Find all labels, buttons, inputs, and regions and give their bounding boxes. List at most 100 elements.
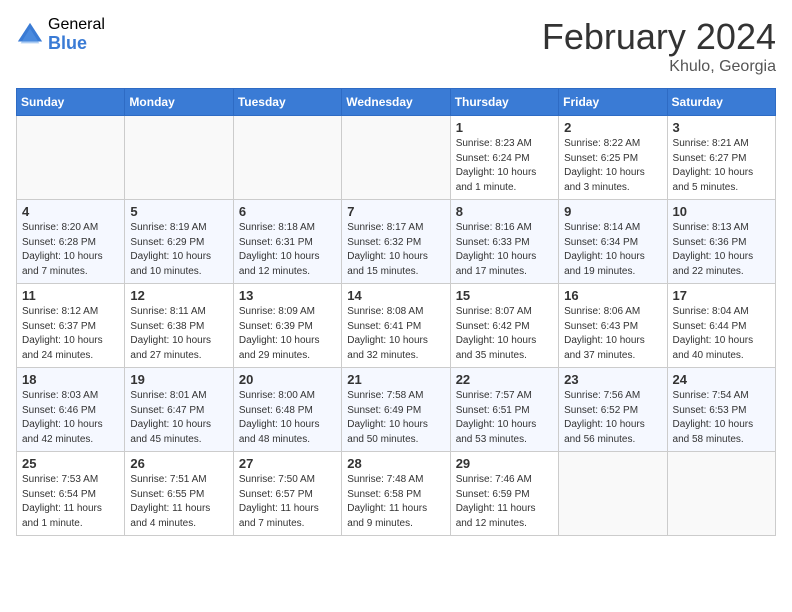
day-info: Sunrise: 8:03 AM Sunset: 6:46 PM Dayligh… xyxy=(22,389,119,447)
day-of-week-header: Tuesday xyxy=(233,89,341,116)
calendar-day-cell: 18 Sunrise: 8:03 AM Sunset: 6:46 PM Dayli… xyxy=(17,368,125,452)
title-month: February 2024 xyxy=(542,16,776,58)
logo: General Blue xyxy=(16,16,105,53)
day-number: 26 xyxy=(130,456,227,471)
logo-icon xyxy=(16,21,44,49)
calendar-day-cell xyxy=(125,116,233,200)
day-info: Sunrise: 7:48 AM Sunset: 6:58 PM Dayligh… xyxy=(347,473,444,531)
day-info: Sunrise: 8:21 AM Sunset: 6:27 PM Dayligh… xyxy=(673,137,770,195)
day-info: Sunrise: 7:57 AM Sunset: 6:51 PM Dayligh… xyxy=(456,389,553,447)
day-number: 29 xyxy=(456,456,553,471)
day-number: 25 xyxy=(22,456,119,471)
day-info: Sunrise: 8:12 AM Sunset: 6:37 PM Dayligh… xyxy=(22,305,119,363)
day-number: 9 xyxy=(564,204,661,219)
calendar-day-cell xyxy=(233,116,341,200)
day-info: Sunrise: 8:20 AM Sunset: 6:28 PM Dayligh… xyxy=(22,221,119,279)
day-number: 17 xyxy=(673,288,770,303)
day-info: Sunrise: 7:58 AM Sunset: 6:49 PM Dayligh… xyxy=(347,389,444,447)
day-info: Sunrise: 8:19 AM Sunset: 6:29 PM Dayligh… xyxy=(130,221,227,279)
day-info: Sunrise: 8:22 AM Sunset: 6:25 PM Dayligh… xyxy=(564,137,661,195)
day-info: Sunrise: 7:56 AM Sunset: 6:52 PM Dayligh… xyxy=(564,389,661,447)
day-number: 27 xyxy=(239,456,336,471)
day-info: Sunrise: 8:18 AM Sunset: 6:31 PM Dayligh… xyxy=(239,221,336,279)
calendar-day-cell: 10 Sunrise: 8:13 AM Sunset: 6:36 PM Dayli… xyxy=(667,200,775,284)
day-info: Sunrise: 8:13 AM Sunset: 6:36 PM Dayligh… xyxy=(673,221,770,279)
calendar-day-cell: 11 Sunrise: 8:12 AM Sunset: 6:37 PM Dayli… xyxy=(17,284,125,368)
calendar-week-row: 11 Sunrise: 8:12 AM Sunset: 6:37 PM Dayli… xyxy=(17,284,776,368)
day-info: Sunrise: 7:54 AM Sunset: 6:53 PM Dayligh… xyxy=(673,389,770,447)
day-number: 2 xyxy=(564,120,661,135)
day-of-week-header: Sunday xyxy=(17,89,125,116)
calendar-day-cell: 2 Sunrise: 8:22 AM Sunset: 6:25 PM Daylig… xyxy=(559,116,667,200)
logo-blue: Blue xyxy=(48,34,105,54)
calendar-week-row: 18 Sunrise: 8:03 AM Sunset: 6:46 PM Dayli… xyxy=(17,368,776,452)
title-block: February 2024 Khulo, Georgia xyxy=(542,16,776,76)
day-info: Sunrise: 8:07 AM Sunset: 6:42 PM Dayligh… xyxy=(456,305,553,363)
title-location: Khulo, Georgia xyxy=(542,58,776,76)
day-number: 3 xyxy=(673,120,770,135)
calendar-day-cell xyxy=(559,452,667,536)
calendar-day-cell xyxy=(667,452,775,536)
calendar-day-cell: 25Sunrise: 7:53 AM Sunset: 6:54 PM Dayli… xyxy=(17,452,125,536)
page-header: General Blue February 2024 Khulo, Georgi… xyxy=(16,16,776,76)
day-number: 11 xyxy=(22,288,119,303)
calendar-day-cell: 16Sunrise: 8:06 AM Sunset: 6:43 PM Dayli… xyxy=(559,284,667,368)
calendar-header-row: SundayMondayTuesdayWednesdayThursdayFrid… xyxy=(17,89,776,116)
calendar-day-cell: 23Sunrise: 7:56 AM Sunset: 6:52 PM Dayli… xyxy=(559,368,667,452)
calendar-day-cell: 27 Sunrise: 7:50 AM Sunset: 6:57 PM Dayli… xyxy=(233,452,341,536)
day-info: Sunrise: 7:50 AM Sunset: 6:57 PM Dayligh… xyxy=(239,473,336,531)
day-number: 28 xyxy=(347,456,444,471)
calendar-week-row: 25Sunrise: 7:53 AM Sunset: 6:54 PM Dayli… xyxy=(17,452,776,536)
calendar-day-cell: 14 Sunrise: 8:08 AM Sunset: 6:41 PM Dayli… xyxy=(342,284,450,368)
day-number: 13 xyxy=(239,288,336,303)
day-number: 20 xyxy=(239,372,336,387)
calendar-day-cell: 8Sunrise: 8:16 AM Sunset: 6:33 PM Daylig… xyxy=(450,200,558,284)
calendar-day-cell: 17 Sunrise: 8:04 AM Sunset: 6:44 PM Dayli… xyxy=(667,284,775,368)
calendar-day-cell: 1Sunrise: 8:23 AM Sunset: 6:24 PM Daylig… xyxy=(450,116,558,200)
day-number: 22 xyxy=(456,372,553,387)
calendar-day-cell xyxy=(342,116,450,200)
calendar-day-cell: 4 Sunrise: 8:20 AM Sunset: 6:28 PM Daylig… xyxy=(17,200,125,284)
day-of-week-header: Monday xyxy=(125,89,233,116)
calendar-day-cell: 5Sunrise: 8:19 AM Sunset: 6:29 PM Daylig… xyxy=(125,200,233,284)
calendar-day-cell: 13 Sunrise: 8:09 AM Sunset: 6:39 PM Dayli… xyxy=(233,284,341,368)
day-number: 4 xyxy=(22,204,119,219)
calendar-week-row: 1Sunrise: 8:23 AM Sunset: 6:24 PM Daylig… xyxy=(17,116,776,200)
day-number: 10 xyxy=(673,204,770,219)
day-number: 1 xyxy=(456,120,553,135)
day-number: 12 xyxy=(130,288,227,303)
day-number: 19 xyxy=(130,372,227,387)
calendar-day-cell xyxy=(17,116,125,200)
day-info: Sunrise: 8:11 AM Sunset: 6:38 PM Dayligh… xyxy=(130,305,227,363)
day-number: 7 xyxy=(347,204,444,219)
calendar-day-cell: 26 Sunrise: 7:51 AM Sunset: 6:55 PM Dayli… xyxy=(125,452,233,536)
day-info: Sunrise: 8:14 AM Sunset: 6:34 PM Dayligh… xyxy=(564,221,661,279)
day-info: Sunrise: 8:08 AM Sunset: 6:41 PM Dayligh… xyxy=(347,305,444,363)
calendar-table: SundayMondayTuesdayWednesdayThursdayFrid… xyxy=(16,88,776,536)
day-number: 24 xyxy=(673,372,770,387)
day-info: Sunrise: 8:04 AM Sunset: 6:44 PM Dayligh… xyxy=(673,305,770,363)
calendar-day-cell: 15 Sunrise: 8:07 AM Sunset: 6:42 PM Dayli… xyxy=(450,284,558,368)
calendar-day-cell: 22 Sunrise: 7:57 AM Sunset: 6:51 PM Dayli… xyxy=(450,368,558,452)
day-of-week-header: Wednesday xyxy=(342,89,450,116)
day-number: 18 xyxy=(22,372,119,387)
day-of-week-header: Thursday xyxy=(450,89,558,116)
day-info: Sunrise: 8:17 AM Sunset: 6:32 PM Dayligh… xyxy=(347,221,444,279)
calendar-day-cell: 3 Sunrise: 8:21 AM Sunset: 6:27 PM Daylig… xyxy=(667,116,775,200)
calendar-day-cell: 9 Sunrise: 8:14 AM Sunset: 6:34 PM Daylig… xyxy=(559,200,667,284)
calendar-day-cell: 12 Sunrise: 8:11 AM Sunset: 6:38 PM Dayli… xyxy=(125,284,233,368)
day-number: 14 xyxy=(347,288,444,303)
day-info: Sunrise: 7:51 AM Sunset: 6:55 PM Dayligh… xyxy=(130,473,227,531)
day-number: 21 xyxy=(347,372,444,387)
day-of-week-header: Saturday xyxy=(667,89,775,116)
calendar-day-cell: 7 Sunrise: 8:17 AM Sunset: 6:32 PM Daylig… xyxy=(342,200,450,284)
calendar-day-cell: 19 Sunrise: 8:01 AM Sunset: 6:47 PM Dayli… xyxy=(125,368,233,452)
day-number: 8 xyxy=(456,204,553,219)
day-info: Sunrise: 8:01 AM Sunset: 6:47 PM Dayligh… xyxy=(130,389,227,447)
calendar-week-row: 4 Sunrise: 8:20 AM Sunset: 6:28 PM Daylig… xyxy=(17,200,776,284)
day-info: Sunrise: 8:09 AM Sunset: 6:39 PM Dayligh… xyxy=(239,305,336,363)
calendar-day-cell: 6 Sunrise: 8:18 AM Sunset: 6:31 PM Daylig… xyxy=(233,200,341,284)
day-number: 6 xyxy=(239,204,336,219)
day-info: Sunrise: 8:06 AM Sunset: 6:43 PM Dayligh… xyxy=(564,305,661,363)
day-number: 15 xyxy=(456,288,553,303)
